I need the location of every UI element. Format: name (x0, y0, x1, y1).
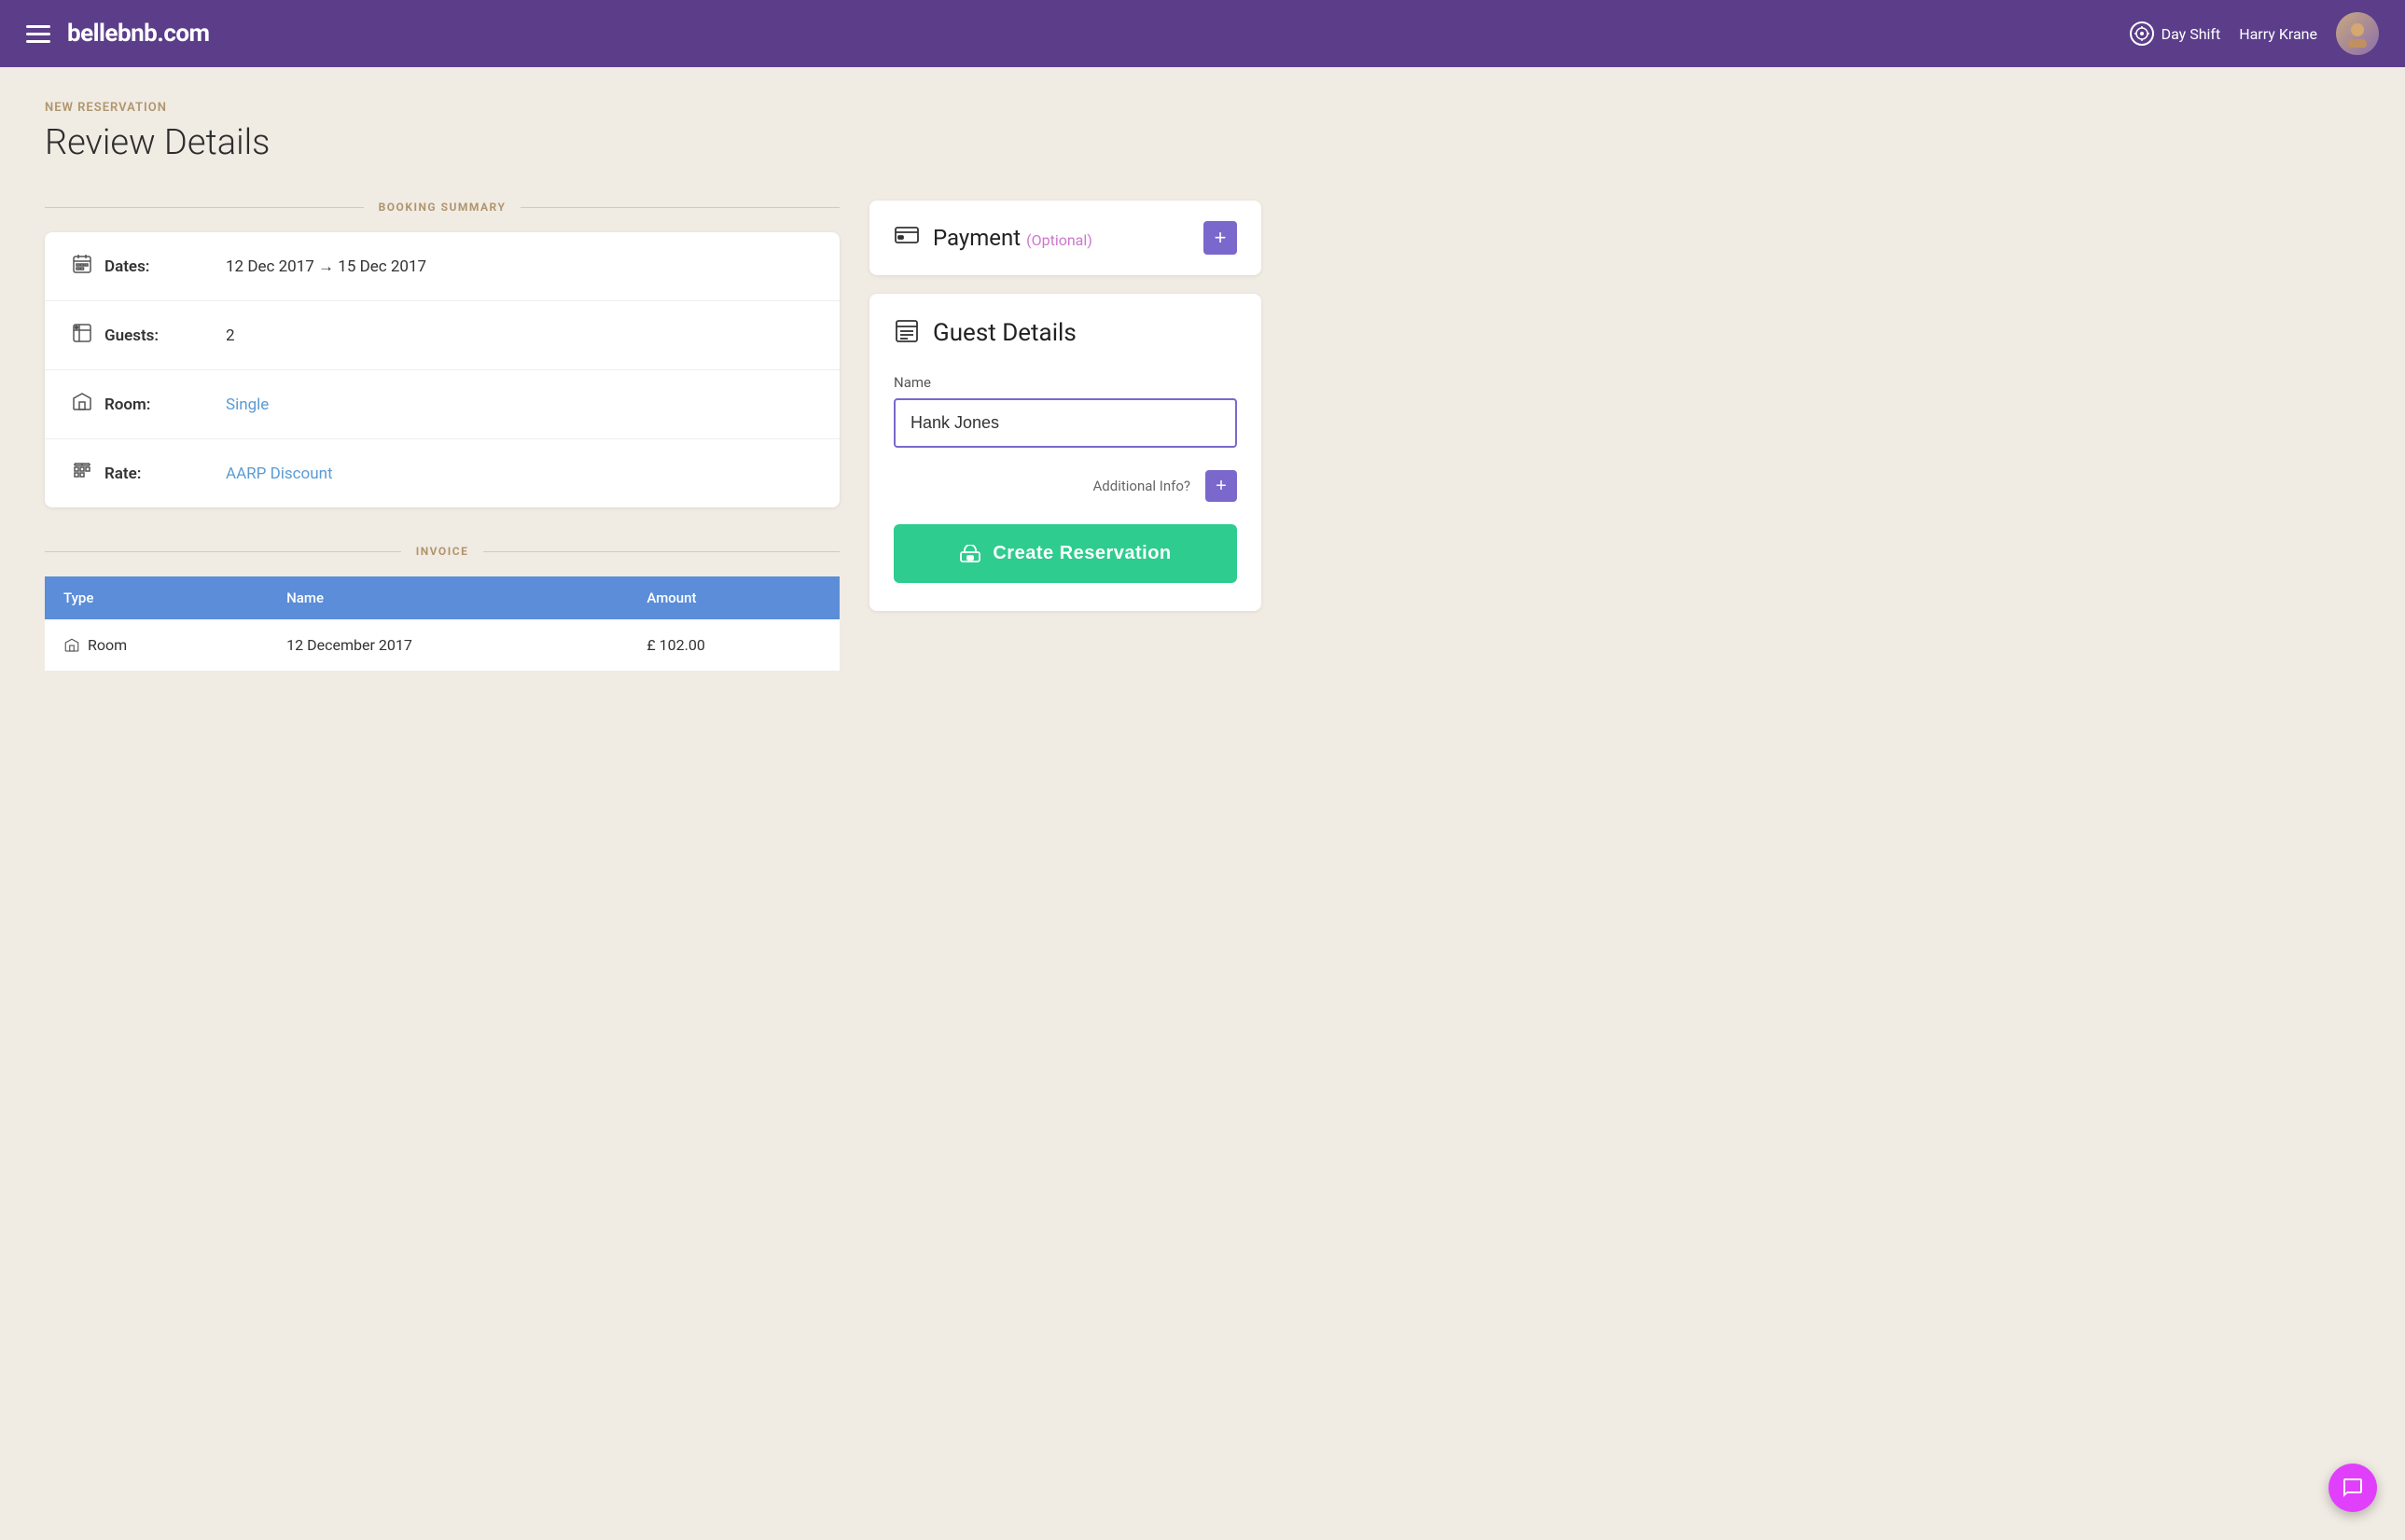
left-column: BOOKING SUMMARY (45, 201, 840, 671)
room-row: Room: Single (45, 370, 840, 439)
invoice-table-header: Type Name Amount (45, 576, 840, 619)
col-amount: Amount (628, 576, 840, 619)
main-content: NEW RESERVATION Review Details BOOKING S… (0, 67, 1306, 704)
payment-title: Payment(Optional) (933, 225, 1092, 251)
right-column: Payment(Optional) + (869, 201, 1261, 611)
additional-info-add-button[interactable]: + (1205, 470, 1237, 502)
username-label: Harry Krane (2239, 25, 2317, 43)
guest-details-card: Guest Details Name Additional Info? + Cr… (869, 294, 1261, 611)
col-name: Name (268, 576, 628, 619)
page-title: Review Details (45, 122, 1261, 163)
payment-title-area: Payment(Optional) (894, 225, 1092, 251)
room-label: Room: (104, 395, 226, 414)
header-right: Day Shift Harry Krane (2130, 12, 2379, 55)
invoice-section: INVOICE Type Name Amount (45, 545, 840, 671)
invoice-table: Type Name Amount (45, 576, 840, 671)
shift-icon (2130, 21, 2154, 46)
guests-icon (71, 322, 104, 349)
rate-row: Rate: AARP Discount (45, 439, 840, 507)
guests-value: 2 (226, 326, 235, 345)
guest-title-area: Guest Details (894, 318, 1237, 348)
additional-info-label: Additional Info? (1093, 478, 1191, 494)
guest-name-input[interactable] (894, 398, 1237, 448)
guest-details-title: Guest Details (933, 319, 1077, 347)
table-row: Room 12 December 2017 £ 102.00 (45, 619, 840, 671)
row-type: Room (45, 619, 268, 671)
invoice-divider: INVOICE (45, 545, 840, 558)
payment-add-button[interactable]: + (1203, 221, 1237, 255)
chat-bubble-button[interactable] (2329, 1464, 2377, 1512)
dates-label: Dates: (104, 257, 226, 276)
dates-value: 12 Dec 2017 → 15 Dec 2017 (226, 257, 426, 276)
col-type: Type (45, 576, 268, 619)
payment-optional: (Optional) (1026, 231, 1092, 249)
payment-card: Payment(Optional) + (869, 201, 1261, 275)
calendar-icon (71, 253, 104, 280)
booking-summary-label: BOOKING SUMMARY (364, 201, 521, 214)
rate-value[interactable]: AARP Discount (226, 465, 333, 483)
avatar[interactable] (2336, 12, 2379, 55)
room-icon (71, 391, 104, 418)
dates-row: Dates: 12 Dec 2017 → 15 Dec 2017 (45, 232, 840, 301)
row-amount: £ 102.00 (628, 619, 840, 671)
guests-row: Guests: 2 (45, 301, 840, 370)
rate-icon (71, 460, 104, 487)
logo: bellebnb.com (67, 20, 210, 48)
hamburger-menu[interactable] (26, 25, 50, 43)
avatar-image (2336, 12, 2379, 55)
rate-label: Rate: (104, 465, 226, 483)
breadcrumb: NEW RESERVATION (45, 101, 1261, 115)
header: bellebnb.com Day Shift Harry Krane (0, 0, 2405, 67)
shift-info[interactable]: Day Shift (2130, 21, 2221, 46)
room-value[interactable]: Single (226, 395, 269, 414)
invoice-label: INVOICE (401, 545, 484, 558)
shift-label: Day Shift (2162, 25, 2221, 43)
booking-summary-card: Dates: 12 Dec 2017 → 15 Dec 2017 Guests: (45, 232, 840, 507)
name-field-label: Name (894, 374, 1237, 391)
payment-icon (894, 225, 920, 251)
header-left: bellebnb.com (26, 20, 210, 48)
row-name: 12 December 2017 (268, 619, 628, 671)
guest-details-icon (894, 318, 920, 348)
booking-summary-divider: BOOKING SUMMARY (45, 201, 840, 214)
guests-label: Guests: (104, 326, 226, 345)
create-reservation-button[interactable]: Create Reservation (894, 524, 1237, 583)
content-layout: BOOKING SUMMARY (45, 201, 1261, 671)
additional-info-row: Additional Info? + (894, 470, 1237, 502)
